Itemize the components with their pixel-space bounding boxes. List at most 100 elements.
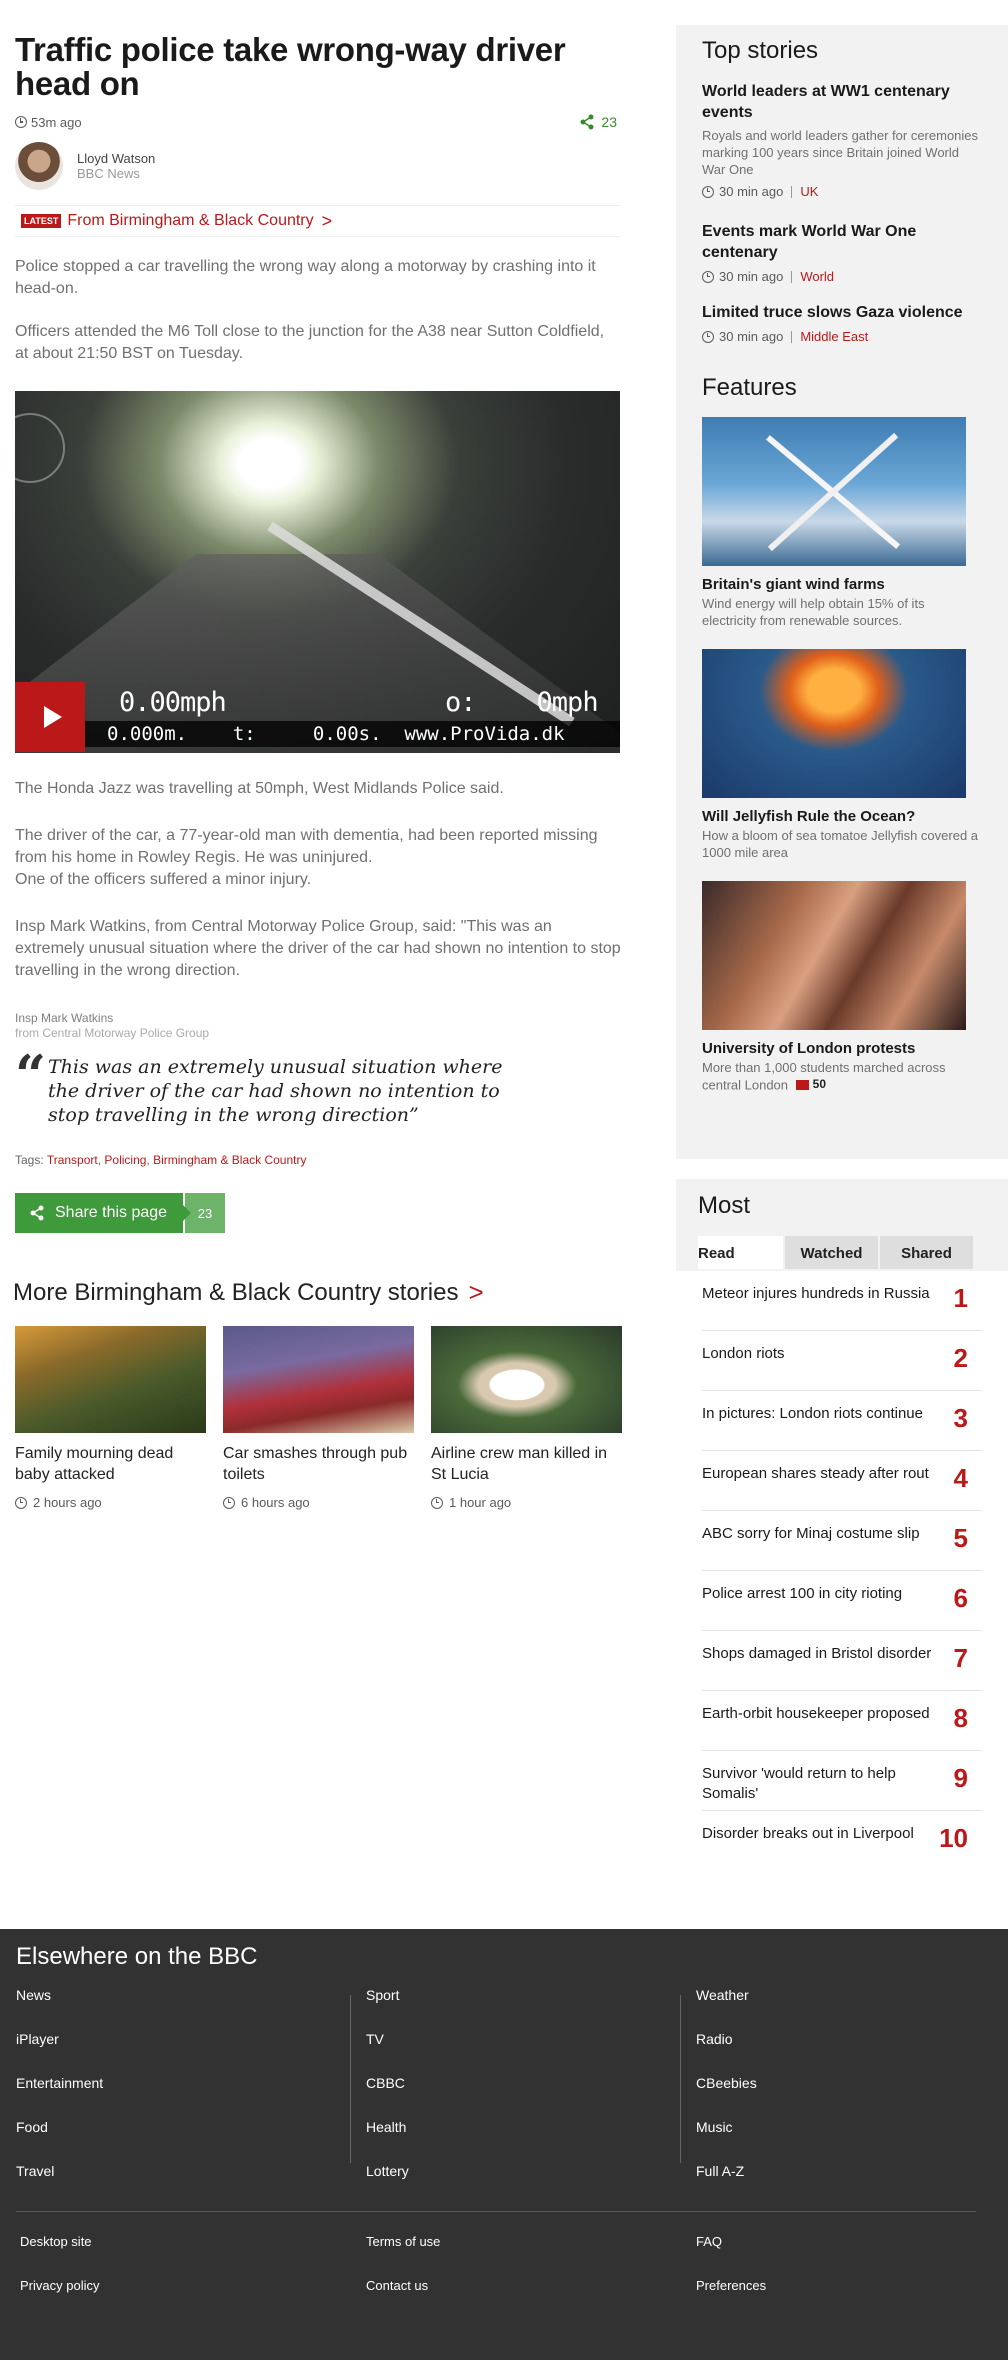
latest-link[interactable]: From Birmingham & Black Country [67, 212, 313, 230]
feature-image-protest[interactable] [702, 881, 966, 1030]
list-item[interactable]: Police arrest 100 in city rioting 6 [702, 1571, 982, 1631]
story-title[interactable]: Airline crew man killed in St Lucia [431, 1443, 622, 1485]
play-button[interactable] [15, 682, 85, 752]
rank-number: 9 [953, 1763, 968, 1793]
footer-link[interactable]: iPlayer [16, 2031, 103, 2075]
footer-link[interactable]: FAQ [696, 2234, 766, 2278]
clock-icon [702, 270, 714, 283]
footer-link[interactable]: Health [366, 2119, 409, 2163]
list-item[interactable]: European shares steady after rout 4 [702, 1451, 982, 1511]
footer-link[interactable]: CBeebies [696, 2075, 757, 2119]
footer-link[interactable]: Preferences [696, 2278, 766, 2322]
list-item[interactable]: Earth-orbit housekeeper proposed 8 [702, 1691, 982, 1751]
article-meta: 53m ago 23 [15, 113, 621, 131]
video-hud-speed: 0.00mph [119, 687, 227, 718]
rank-number: 6 [953, 1583, 968, 1613]
rank-number: 10 [939, 1823, 968, 1853]
top-story[interactable]: World leaders at WW1 centenary events Ro… [702, 81, 982, 199]
tag-link[interactable]: Birmingham & Black Country [153, 1153, 306, 1167]
story-time: 6 hours ago [241, 1495, 310, 1510]
section-link[interactable]: Middle East [800, 329, 868, 344]
footer-link[interactable]: Privacy policy [20, 2278, 99, 2322]
footer-link[interactable]: Food [16, 2119, 103, 2163]
feature-card[interactable]: University of London protests More than … [702, 881, 982, 1094]
story-time: 2 hours ago [33, 1495, 102, 1510]
section-link[interactable]: UK [800, 184, 818, 199]
more-stories-heading[interactable]: More Birmingham & Black Country stories … [13, 1277, 621, 1308]
top-story[interactable]: Limited truce slows Gaza violence 30 min… [702, 302, 982, 344]
tab-shared[interactable]: Shared [880, 1236, 973, 1269]
feature-card[interactable]: Britain's giant wind farms Wind energy w… [702, 417, 982, 629]
footer-link[interactable]: Contact us [366, 2278, 440, 2322]
feature-title[interactable]: Will Jellyfish Rule the Ocean? [702, 808, 982, 825]
tab-read[interactable]: Read [698, 1236, 783, 1269]
footer-link[interactable]: Radio [696, 2031, 757, 2075]
clock-icon [702, 185, 714, 198]
list-item[interactable]: Survivor 'would return to help Somalis' 9 [702, 1751, 982, 1811]
footer-link[interactable]: Music [696, 2119, 757, 2163]
video-player[interactable]: 0.00mph o: 0mph 0.000m. t: 0.00s. www.Pr… [15, 391, 620, 753]
story-title[interactable]: Family mourning dead baby attacked [15, 1443, 206, 1485]
story-title[interactable]: Car smashes through pub toilets [223, 1443, 414, 1485]
list-item[interactable]: London riots 2 [702, 1331, 982, 1391]
footer-link[interactable]: Weather [696, 1987, 757, 2031]
pull-quote-text: This was an extremely unusual situation … [48, 1056, 503, 1126]
intro-paragraph: Police stopped a car travelling the wron… [15, 258, 596, 297]
footer-link[interactable]: Travel [16, 2163, 103, 2207]
story-thumbnail[interactable] [223, 1326, 414, 1433]
body-paragraph: The Honda Jazz was travelling at 50mph, … [15, 780, 504, 797]
top-story-title[interactable]: World leaders at WW1 centenary events [702, 81, 982, 123]
feature-card[interactable]: Will Jellyfish Rule the Ocean? How a blo… [702, 649, 982, 861]
tab-watched[interactable]: Watched [785, 1236, 878, 1269]
tags: Tags: Transport, Policing, Birmingham & … [15, 1153, 307, 1167]
footer-link[interactable]: TV [366, 2031, 409, 2075]
top-story-title[interactable]: Events mark World War One centenary [702, 221, 982, 263]
clock-icon [15, 116, 27, 128]
pull-quote: “ This was an extremely unusual situatio… [15, 1048, 621, 1127]
share-page-button[interactable]: Share this page 23 [15, 1193, 225, 1233]
footer-heading: Elsewhere on the BBC [16, 1943, 258, 1970]
footer-link[interactable]: Sport [366, 1987, 409, 2031]
feature-title[interactable]: Britain's giant wind farms [702, 576, 982, 593]
footer-column: Sport TV CBBC Health Lottery [366, 1987, 409, 2207]
list-item[interactable]: ABC sorry for Minaj costume slip 5 [702, 1511, 982, 1571]
author-name: Lloyd Watson [77, 151, 156, 166]
story-card[interactable]: Airline crew man killed in St Lucia 1 ho… [431, 1326, 622, 1510]
list-item[interactable]: In pictures: London riots continue 3 [702, 1391, 982, 1451]
list-item[interactable]: Disorder breaks out in Liverpool 10 [702, 1811, 982, 1871]
footer-link[interactable]: Full A-Z [696, 2163, 757, 2207]
list-item[interactable]: Shops damaged in Bristol disorder 7 [702, 1631, 982, 1691]
share-count-link[interactable]: 23 [579, 114, 617, 130]
rank-number: 1 [953, 1283, 968, 1313]
footer-link[interactable]: Entertainment [16, 2075, 103, 2119]
clock-icon [223, 1496, 235, 1509]
tag-link[interactable]: Transport [47, 1153, 98, 1167]
sidebar: Top stories World leaders at WW1 centena… [676, 25, 1008, 1871]
footer-link[interactable]: News [16, 1987, 103, 2031]
footer-link[interactable]: CBBC [366, 2075, 409, 2119]
top-story-title[interactable]: Limited truce slows Gaza violence [702, 302, 982, 323]
story-thumbnail[interactable] [431, 1326, 622, 1433]
footer-link[interactable]: Terms of use [366, 2234, 440, 2278]
story-card[interactable]: Car smashes through pub toilets 6 hours … [223, 1326, 414, 1510]
chevron-right-icon: > [321, 210, 333, 231]
feature-image-jellyfish[interactable] [702, 649, 966, 798]
most-panel: Most Read Watched Shared Meteor injures … [676, 1179, 1008, 1871]
comments-link[interactable]: 50 [795, 1076, 826, 1093]
video-hud-line: 0.000m. t: 0.00s. www.ProVida.dk [15, 721, 620, 747]
story-thumbnail[interactable] [15, 1326, 206, 1433]
tag-link[interactable]: Policing [104, 1153, 146, 1167]
section-link[interactable]: World [800, 269, 834, 284]
footer-link[interactable]: Desktop site [20, 2234, 99, 2278]
list-item[interactable]: Meteor injures hundreds in Russia 1 [702, 1271, 982, 1331]
feature-title[interactable]: University of London protests [702, 1040, 982, 1057]
footer-link[interactable]: Lottery [366, 2163, 409, 2207]
video-hud-target: o: 0mph [445, 687, 599, 718]
quote-org: from Central Motorway Police Group [15, 1026, 210, 1040]
share-icon [580, 114, 594, 130]
story-card[interactable]: Family mourning dead baby attacked 2 hou… [15, 1326, 206, 1510]
most-tabs: Read Watched Shared [698, 1236, 986, 1269]
feature-image-wind-turbine[interactable] [702, 417, 966, 566]
latest-link-bar[interactable]: LATEST From Birmingham & Black Country > [15, 205, 621, 237]
top-story[interactable]: Events mark World War One centenary 30 m… [702, 221, 982, 284]
